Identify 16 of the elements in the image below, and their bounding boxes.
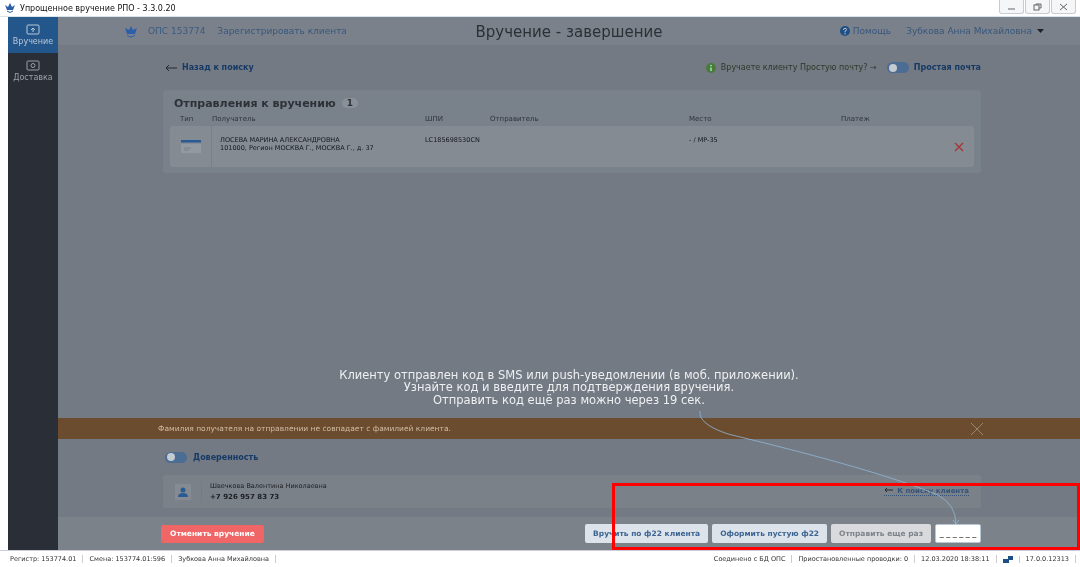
count-badge: 1 bbox=[341, 98, 358, 108]
office-label: ОПС 153774 bbox=[148, 26, 206, 36]
toggle-label: Простая почта bbox=[913, 63, 981, 72]
user-menu[interactable]: Зубкова Анна Михайловна bbox=[906, 26, 1044, 36]
section-title: Отправления к вручению bbox=[174, 96, 336, 110]
back-link[interactable]: Назад к поиску bbox=[165, 63, 254, 72]
toggle-label: Доверенность bbox=[193, 452, 259, 462]
help-link[interactable]: Помощь bbox=[839, 26, 892, 36]
hint-message: Клиенту отправлен код в SMS или push-уведомлении (в моб. приложении). Узнайте код и введите для подтверждения вручения. Отправить код ещё раз можно через 19 сек. bbox=[338, 366, 800, 409]
window-title: Упрощенное вручение РПО - 3.3.0.20 bbox=[20, 3, 176, 13]
code-field[interactable]: _ _ _ _ _ _ bbox=[935, 524, 981, 543]
simple-mail-question: Вручаете клиенту Простую почту? → bbox=[720, 63, 877, 72]
sidebar-item[interactable]: Доставка bbox=[8, 53, 58, 89]
sidebar-item[interactable]: Вручение bbox=[8, 17, 58, 53]
register-client-link[interactable]: Зарегистрировать клиента bbox=[217, 26, 347, 36]
page-title: Вручение - завершение bbox=[475, 23, 663, 41]
